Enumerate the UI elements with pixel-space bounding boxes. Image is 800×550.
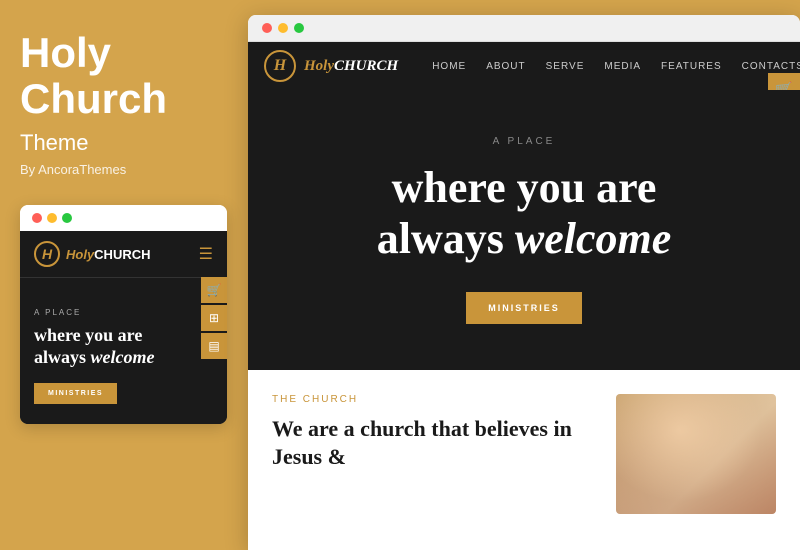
mobile-logo: H HolyCHURCH — [34, 241, 151, 267]
theme-subtitle: Theme — [20, 130, 228, 156]
browser-titlebar — [248, 15, 800, 42]
mobile-file-icon[interactable]: ▤ — [201, 333, 227, 359]
browser-dot-green — [294, 23, 304, 33]
theme-by: By AncoraThemes — [20, 162, 228, 177]
mobile-cart-icon[interactable]: 🛒 — [201, 277, 227, 303]
mobile-hero-title: where you are always welcome — [34, 325, 213, 368]
hero-title: where you are always welcome — [377, 163, 672, 264]
dot-red — [32, 213, 42, 223]
content-image — [616, 394, 776, 514]
desktop-nav-links: HOME ABOUT SERVE MEDIA FEATURES CONTACTS… — [422, 54, 800, 79]
section-label: THE CHURCH — [272, 394, 596, 405]
mobile-hero: A PLACE where you are always welcome MIN… — [20, 278, 227, 423]
desktop-logo-text: HolyCHURCH — [304, 57, 398, 75]
desktop-nav: H HolyCHURCH HOME ABOUT SERVE MEDIA FEAT… — [248, 42, 800, 90]
mobile-body: H HolyCHURCH ☰ A PLACE where you are alw… — [20, 231, 227, 423]
mobile-nav: H HolyCHURCH ☰ — [20, 231, 227, 278]
mobile-preview: H HolyCHURCH ☰ A PLACE where you are alw… — [20, 205, 227, 423]
desktop-logo: H HolyCHURCH — [264, 50, 398, 82]
nav-media[interactable]: MEDIA — [594, 61, 651, 72]
browser-dot-yellow — [278, 23, 288, 33]
hamburger-icon[interactable]: ☰ — [199, 244, 213, 264]
desktop-logo-circle: H — [264, 50, 296, 82]
dot-yellow — [47, 213, 57, 223]
theme-title: Holy Church — [20, 30, 228, 122]
desktop-content: THE CHURCH We are a church that believes… — [248, 370, 800, 530]
mobile-grid-icon[interactable]: ⊞ — [201, 305, 227, 331]
hero-cta-button[interactable]: MINISTRIES — [466, 292, 582, 324]
nav-contacts[interactable]: CONTACTS — [732, 61, 800, 72]
browser-dot-red — [262, 23, 272, 33]
left-panel: Holy Church Theme By AncoraThemes H Holy… — [0, 0, 248, 550]
nav-about[interactable]: ABOUT — [476, 61, 535, 72]
desktop-browser: H HolyCHURCH HOME ABOUT SERVE MEDIA FEAT… — [248, 15, 800, 550]
nav-features[interactable]: FEATURES — [651, 61, 732, 72]
mobile-cta-button[interactable]: MINISTRIES — [34, 383, 117, 404]
nav-serve[interactable]: SERVE — [536, 61, 595, 72]
nav-home[interactable]: HOME — [422, 61, 476, 72]
hero-eyebrow: A PLACE — [493, 136, 556, 147]
content-text: THE CHURCH We are a church that believes… — [272, 394, 596, 530]
mobile-logo-circle: H — [34, 241, 60, 267]
mobile-logo-text: HolyCHURCH — [66, 247, 151, 262]
dot-green — [62, 213, 72, 223]
mobile-sidebar-icons: 🛒 ⊞ ▤ — [201, 277, 227, 359]
mobile-eyebrow: A PLACE — [34, 308, 213, 317]
desktop-hero: A PLACE where you are always welcome MIN… — [248, 90, 800, 370]
content-heading: We are a church that believes in Jesus & — [272, 415, 596, 470]
mobile-titlebar — [20, 205, 227, 231]
